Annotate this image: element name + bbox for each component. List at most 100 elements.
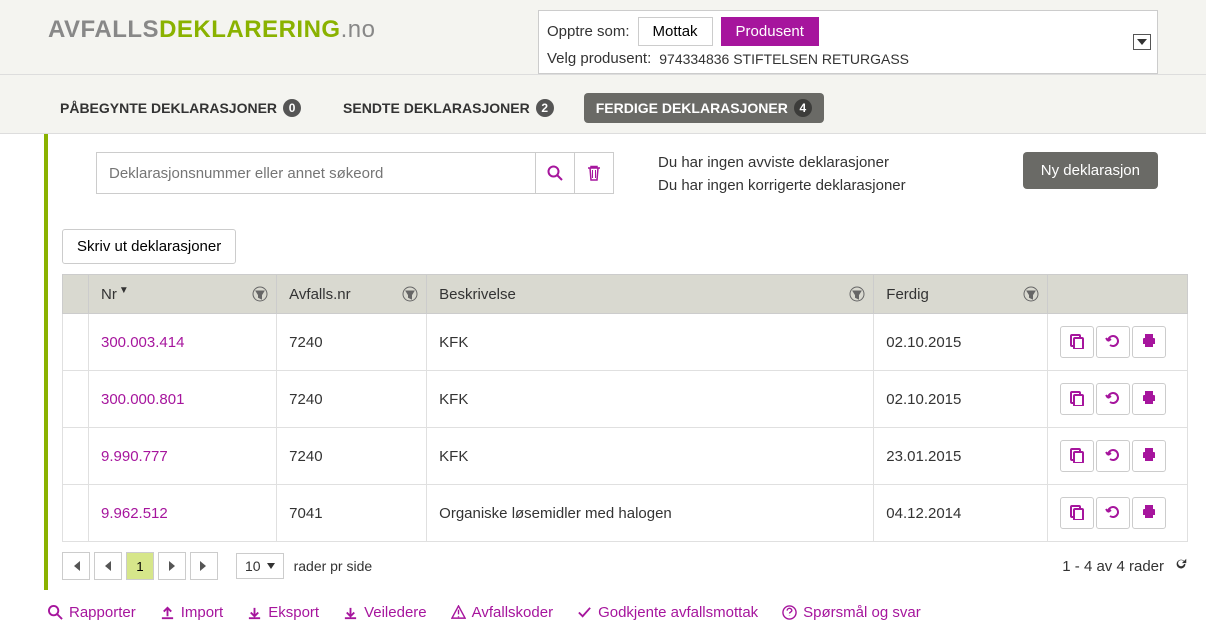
undo-button[interactable]	[1096, 383, 1130, 415]
pager-info: 1 - 4 av 4 rader	[1062, 558, 1164, 575]
undo-button[interactable]	[1096, 440, 1130, 472]
new-declaration-button[interactable]: Ny deklarasjon	[1023, 152, 1158, 189]
print-icon	[1141, 333, 1157, 352]
footer-veiledere[interactable]: Veiledere	[343, 604, 427, 621]
col-nr[interactable]: Nr▼	[89, 275, 277, 314]
pager-next[interactable]	[158, 552, 186, 580]
filter-icon[interactable]	[402, 286, 418, 302]
undo-icon	[1105, 333, 1121, 352]
row-expand[interactable]	[63, 485, 89, 542]
producer-value: 974334836 STIFTELSEN RETURGASS	[659, 51, 909, 67]
table-row: 300.003.414 7240KFK02.10.2015	[63, 314, 1188, 371]
download-icon	[247, 605, 262, 620]
col-avfallsnr[interactable]: Avfalls.nr	[277, 275, 427, 314]
print-icon	[1141, 447, 1157, 466]
producer-dropdown-toggle[interactable]	[1133, 34, 1151, 50]
undo-icon	[1105, 390, 1121, 409]
copy-icon	[1069, 504, 1085, 523]
copy-button[interactable]	[1060, 440, 1094, 472]
cell-ferdig: 02.10.2015	[874, 371, 1048, 428]
row-expand[interactable]	[63, 428, 89, 485]
footer-eksport[interactable]: Eksport	[247, 604, 319, 621]
filter-icon[interactable]	[252, 286, 268, 302]
cell-ferdig: 02.10.2015	[874, 314, 1048, 371]
page-size-select[interactable]: 10	[236, 553, 284, 579]
cell-avfallsnr: 7240	[277, 314, 427, 371]
copy-button[interactable]	[1060, 383, 1094, 415]
col-actions	[1048, 275, 1188, 314]
table-row: 300.000.801 7240KFK02.10.2015	[63, 371, 1188, 428]
pager-page-current[interactable]: 1	[126, 552, 154, 580]
print-button[interactable]	[1132, 440, 1166, 472]
footer-avfallskoder[interactable]: Avfallskoder	[451, 604, 553, 621]
status-rejected: Du har ingen avviste deklarasjoner	[658, 152, 999, 175]
footer-import[interactable]: Import	[160, 604, 224, 621]
role-selector-box: Opptre som: Mottak Produsent Velg produs…	[538, 10, 1158, 74]
declaration-link[interactable]: 9.990.777	[101, 448, 168, 465]
cell-beskrivelse: KFK	[427, 371, 874, 428]
role-label: Opptre som:	[547, 23, 630, 40]
cell-avfallsnr: 7240	[277, 371, 427, 428]
undo-icon	[1105, 447, 1121, 466]
refresh-button[interactable]	[1174, 557, 1188, 575]
footer-mottak[interactable]: Godkjente avfallsmottak	[577, 604, 758, 621]
tab-pabegynte[interactable]: PÅBEGYNTE DEKLARASJONER0	[48, 93, 313, 123]
undo-icon	[1105, 504, 1121, 523]
filter-icon[interactable]	[1023, 286, 1039, 302]
cell-ferdig: 23.01.2015	[874, 428, 1048, 485]
print-icon	[1141, 504, 1157, 523]
delete-button[interactable]	[574, 152, 614, 194]
col-expand	[63, 275, 89, 314]
cell-avfallsnr: 7041	[277, 485, 427, 542]
cell-avfallsnr: 7240	[277, 428, 427, 485]
pager-prev[interactable]	[94, 552, 122, 580]
col-beskrivelse[interactable]: Beskrivelse	[427, 275, 874, 314]
declaration-link[interactable]: 9.962.512	[101, 505, 168, 522]
warning-icon	[451, 605, 466, 620]
tab-ferdige[interactable]: FERDIGE DEKLARASJONER4	[584, 93, 824, 123]
question-icon	[782, 605, 797, 620]
row-expand[interactable]	[63, 314, 89, 371]
undo-button[interactable]	[1096, 497, 1130, 529]
download-icon	[343, 605, 358, 620]
declaration-link[interactable]: 300.003.414	[101, 334, 184, 351]
cell-beskrivelse: Organiske løsemidler med halogen	[427, 485, 874, 542]
site-logo: AVFALLSDEKLARERING.no	[48, 10, 375, 44]
status-corrected: Du har ingen korrigerte deklarasjoner	[658, 175, 999, 198]
declarations-table: Nr▼ Avfalls.nr Beskrivelse Ferdig 300.	[62, 274, 1188, 542]
print-icon	[1141, 390, 1157, 409]
table-row: 9.990.777 7240KFK23.01.2015	[63, 428, 1188, 485]
role-mottak-button[interactable]: Mottak	[638, 17, 713, 46]
undo-button[interactable]	[1096, 326, 1130, 358]
row-expand[interactable]	[63, 371, 89, 428]
copy-icon	[1069, 333, 1085, 352]
print-button[interactable]	[1132, 497, 1166, 529]
copy-icon	[1069, 447, 1085, 466]
filter-icon[interactable]	[849, 286, 865, 302]
tab-sendte[interactable]: SENDTE DEKLARASJONER2	[331, 93, 566, 123]
search-icon	[547, 165, 563, 181]
table-row: 9.962.512 7041Organiske løsemidler med ha…	[63, 485, 1188, 542]
search-icon	[48, 605, 63, 620]
cell-beskrivelse: KFK	[427, 314, 874, 371]
print-button[interactable]	[1132, 383, 1166, 415]
copy-button[interactable]	[1060, 326, 1094, 358]
footer-faq[interactable]: Spørsmål og svar	[782, 604, 921, 621]
cell-beskrivelse: KFK	[427, 428, 874, 485]
print-declarations-button[interactable]: Skriv ut deklarasjoner	[62, 229, 236, 264]
check-icon	[577, 605, 592, 620]
producer-label: Velg produsent:	[547, 50, 651, 67]
search-input[interactable]	[96, 152, 536, 194]
declaration-link[interactable]: 300.000.801	[101, 391, 184, 408]
role-produsent-button[interactable]: Produsent	[721, 17, 819, 46]
pager-last[interactable]	[190, 552, 218, 580]
copy-icon	[1069, 390, 1085, 409]
pager-first[interactable]	[62, 552, 90, 580]
footer-rapporter[interactable]: Rapporter	[48, 604, 136, 621]
col-ferdig[interactable]: Ferdig	[874, 275, 1048, 314]
per-page-label: rader pr side	[294, 558, 373, 574]
search-button[interactable]	[535, 152, 575, 194]
print-button[interactable]	[1132, 326, 1166, 358]
trash-icon	[586, 165, 602, 181]
copy-button[interactable]	[1060, 497, 1094, 529]
